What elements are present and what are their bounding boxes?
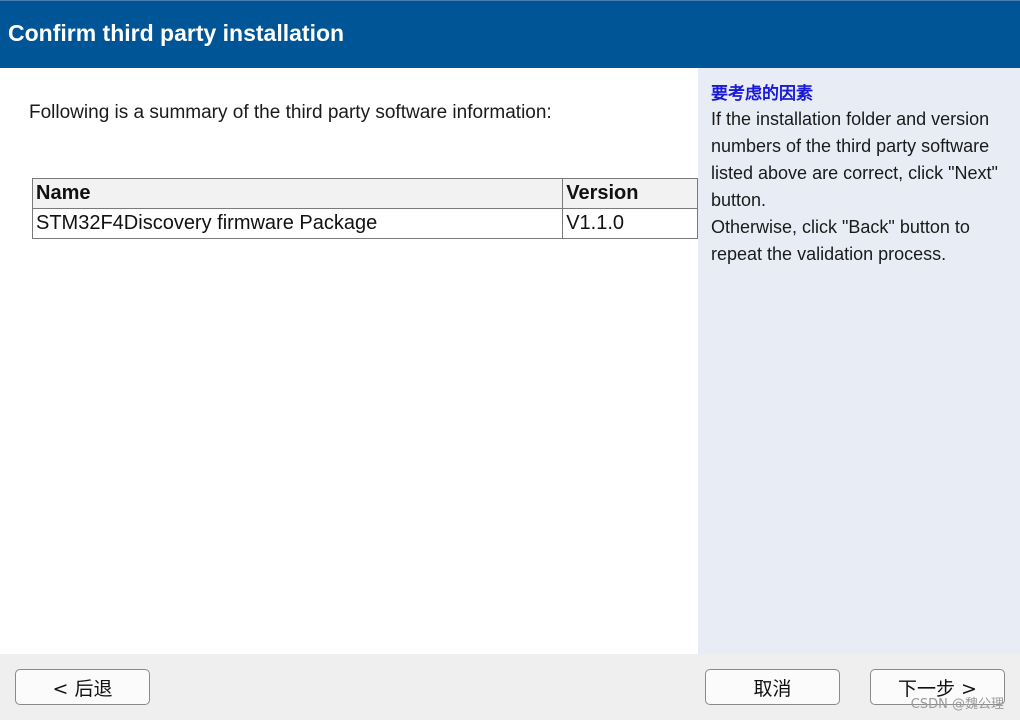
help-paragraph-next: If the installation folder and version n… xyxy=(711,109,998,210)
help-title: 要考虑的因素 xyxy=(711,84,813,104)
main-panel: Following is a summary of the third part… xyxy=(0,68,698,654)
column-header-name: Name xyxy=(31,178,564,209)
package-name-cell: STM32F4Discovery firmware Package xyxy=(31,208,564,239)
back-button[interactable]: < 后退 xyxy=(15,669,150,705)
watermark: CSDN @魏公理 xyxy=(910,697,1004,712)
cancel-button[interactable]: 取消 xyxy=(705,669,840,705)
package-version-cell: V1.1.0 xyxy=(562,208,698,239)
button-bar: < 后退 取消 下一步 > CSDN @魏公理 xyxy=(0,654,1020,720)
table-row[interactable]: STM32F4Discovery firmware Package V1.1.0 xyxy=(31,208,698,239)
third-party-table: Name Version STM32F4Discovery firmware P… xyxy=(31,178,698,239)
installer-window: Confirm third party installation Followi… xyxy=(0,0,1020,720)
help-paragraph-back: Otherwise, click "Back" button to repeat… xyxy=(711,217,970,264)
page-title: Confirm third party installation xyxy=(8,20,345,46)
help-body: If the installation folder and version n… xyxy=(711,106,1011,268)
table-header-row: Name Version xyxy=(31,178,698,209)
summary-text: Following is a summary of the third part… xyxy=(29,102,552,123)
column-header-version: Version xyxy=(562,178,698,209)
title-bar: Confirm third party installation xyxy=(0,0,1020,68)
help-panel: 要考虑的因素 If the installation folder and ve… xyxy=(698,68,1020,654)
